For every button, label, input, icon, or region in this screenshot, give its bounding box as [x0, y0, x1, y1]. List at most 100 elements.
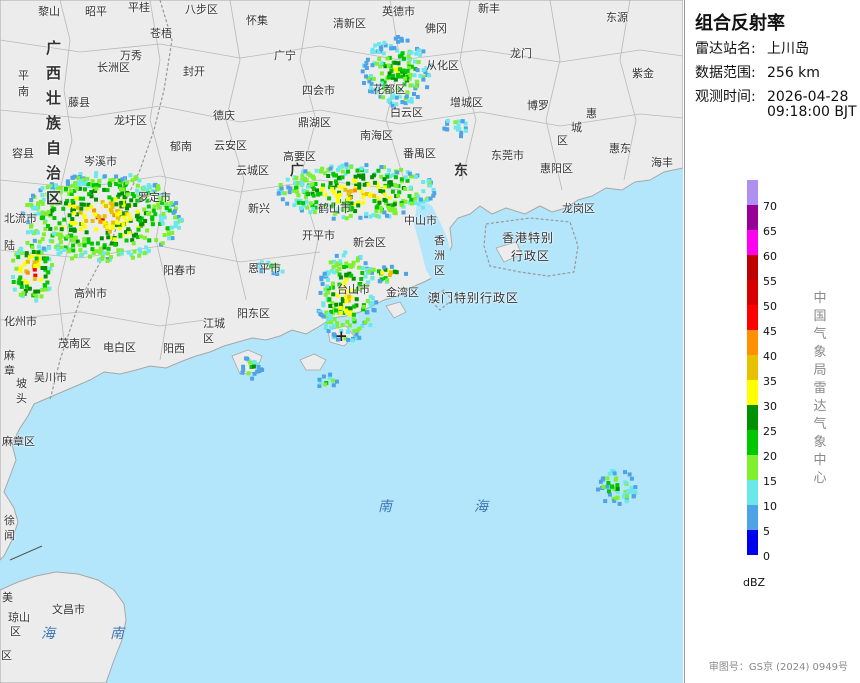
place-label: 东莞市: [491, 149, 524, 162]
place-label: 徐: [4, 514, 15, 527]
place-label: 头: [16, 392, 27, 405]
echo-pixel: [32, 276, 37, 281]
echo-pixel: [80, 221, 85, 226]
time-label: 观测时间:: [695, 89, 756, 105]
place-label: 广宁: [274, 49, 296, 62]
echo-pixel: [105, 251, 110, 256]
echo-pixel: [152, 183, 157, 188]
echo-pixel: [387, 168, 392, 173]
echo-pixel: [296, 193, 301, 198]
legend-value: 30: [763, 400, 777, 413]
place-label: 云城区: [236, 164, 269, 177]
echo-pixel: [421, 189, 426, 194]
echo-pixel: [97, 179, 102, 183]
echo-pixel: [408, 83, 413, 88]
echo-pixel: [416, 202, 421, 207]
echo-pixel: [41, 246, 46, 251]
echo-pixel: [603, 499, 608, 504]
echo-pixel: [94, 227, 99, 232]
echo-pixel: [98, 246, 103, 251]
echo-pixel: [394, 184, 399, 189]
echo-pixel: [385, 278, 390, 283]
echo-pixel: [633, 485, 638, 490]
echo-pixel: [25, 281, 30, 286]
echo-pixel: [244, 356, 248, 361]
echo-pixel: [138, 247, 143, 252]
echo-pixel: [378, 279, 383, 284]
place-label: 鹤山市: [318, 202, 351, 215]
place-label: 黎山: [38, 5, 60, 18]
place-label: 封开: [183, 65, 205, 78]
echo-pixel: [125, 180, 130, 185]
echo-pixel: [596, 487, 600, 492]
place-label: 藤县: [68, 96, 90, 109]
echo-pixel: [377, 200, 382, 205]
map-approval-number: 审图号：GS京 (2024) 0949号: [708, 662, 848, 673]
echo-pixel: [330, 187, 335, 192]
echo-pixel: [344, 273, 349, 278]
echo-pixel: [334, 179, 338, 184]
region-label: 壮: [46, 89, 62, 107]
legend-unit: dBZ: [743, 576, 766, 589]
echo-pixel: [340, 299, 345, 304]
place-label: 化州市: [4, 315, 37, 328]
echo-pixel: [287, 190, 292, 195]
echo-pixel: [354, 297, 359, 302]
legend-swatch: [747, 430, 758, 455]
echo-pixel: [377, 57, 382, 61]
echo-pixel: [79, 227, 83, 232]
echo-pixel: [172, 209, 177, 214]
echo-pixel: [78, 248, 83, 253]
echo-pixel: [38, 277, 43, 282]
echo-pixel: [71, 238, 76, 243]
echo-pixel: [83, 250, 88, 255]
echo-pixel: [361, 304, 366, 309]
echo-pixel: [323, 382, 328, 387]
echo-pixel: [70, 256, 74, 261]
region-label: 广: [46, 39, 62, 57]
time-row: 观测时间: 2026-04-28: [695, 86, 848, 106]
echo-pixel: [53, 183, 58, 188]
echo-pixel: [418, 73, 423, 78]
echo-pixel: [416, 60, 421, 65]
radar-map[interactable]: 黎山 昭平 平桂 八步区 怀集 清新区 英德市 新丰 东源 苍梧 万秀 长洲区 封开 广宁 佛冈 从化区 龙门紫…: [0, 0, 683, 683]
place-label: 麻章区: [2, 435, 35, 448]
echo-pixel: [322, 271, 327, 276]
place-label: 恩平市: [248, 262, 281, 275]
echo-pixel: [340, 169, 345, 174]
echo-pixel: [388, 97, 392, 102]
place-label: 阳东区: [237, 307, 270, 320]
echo-pixel: [358, 254, 363, 259]
echo-pixel: [84, 207, 89, 211]
echo-pixel: [403, 76, 408, 81]
echo-pixel: [408, 185, 413, 190]
echo-pixel: [19, 284, 24, 289]
echo-pixel: [78, 210, 83, 215]
echo-pixel: [615, 486, 620, 491]
echo-pixel: [377, 214, 382, 219]
echo-pixel: [362, 81, 366, 85]
echo-pixel: [50, 208, 55, 213]
echo-pixel: [46, 270, 51, 275]
echo-pixel: [338, 275, 343, 280]
echo-pixel: [348, 306, 353, 311]
echo-pixel: [299, 180, 304, 185]
echo-pixel: [316, 192, 321, 197]
station-value: 上川岛: [767, 41, 809, 57]
echo-pixel: [416, 48, 421, 53]
place-label: 南: [18, 85, 29, 98]
place-label: 洲: [434, 249, 445, 262]
echo-pixel: [344, 162, 349, 167]
echo-pixel: [605, 476, 610, 481]
place-label: 怀集: [246, 14, 268, 27]
echo-pixel: [127, 230, 131, 235]
echo-pixel: [36, 250, 41, 255]
echo-pixel: [79, 179, 83, 183]
echo-pixel: [72, 174, 77, 179]
echo-pixel: [142, 207, 147, 212]
echo-pixel: [301, 188, 306, 193]
place-label: 中山市: [404, 214, 437, 227]
place-label: 龙圩区: [114, 114, 147, 127]
echo-pixel: [145, 228, 150, 233]
echo-pixel: [352, 329, 357, 334]
